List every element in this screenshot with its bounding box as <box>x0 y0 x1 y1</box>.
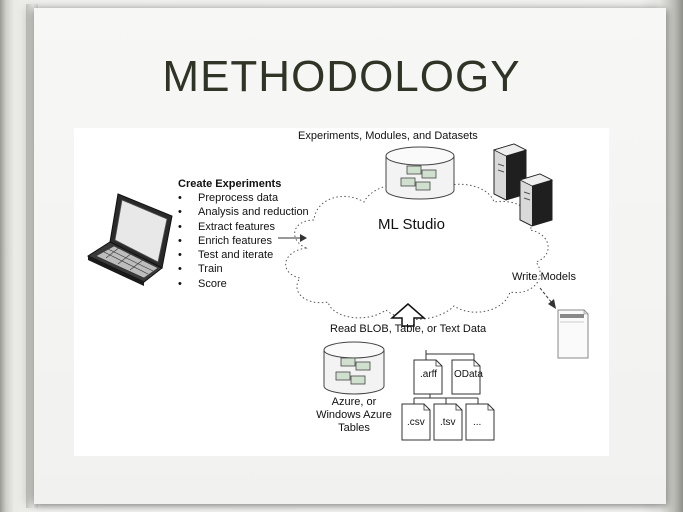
file-tsv-label: .tsv <box>440 417 456 428</box>
list-item: Score <box>178 277 309 292</box>
file-odata-label: OData <box>454 369 483 380</box>
list-item: Preprocess data <box>178 191 309 206</box>
laptop-icon <box>86 193 173 286</box>
file-more-label: ... <box>473 417 482 428</box>
azure-database-icon <box>323 341 385 395</box>
azure-label-line: Azure, or <box>331 396 377 408</box>
list-item: Analysis and reduction <box>178 205 309 220</box>
model-document-icon <box>557 309 589 359</box>
methodology-diagram: Experiments, Modules, and Datasets ML St… <box>74 128 609 456</box>
read-data-label: Read BLOB, Table, or Text Data <box>330 323 487 335</box>
azure-label-line: Tables <box>338 422 370 434</box>
write-models-arrow <box>539 287 556 309</box>
create-experiments-heading: Create Experiments <box>178 178 282 190</box>
slide-title: METHODOLOGY <box>162 52 521 101</box>
modules-database-icon <box>385 146 455 200</box>
ml-studio-label: ML Studio <box>378 216 445 233</box>
file-csv-label: .csv <box>407 417 425 428</box>
ml-studio-cloud <box>285 183 549 320</box>
list-item: Train <box>178 262 309 277</box>
server-icon-2 <box>518 173 554 227</box>
list-item: Extract features <box>178 220 309 235</box>
azure-label: Azure, or Windows Azure Tables <box>304 396 404 435</box>
list-item: Enrich features <box>178 234 309 249</box>
experiments-modules-label: Experiments, Modules, and Datasets <box>298 130 478 142</box>
file-arff-label: .arff <box>420 369 438 380</box>
create-experiments-list: Create Experiments Preprocess data Analy… <box>178 178 309 291</box>
azure-label-line: Windows Azure <box>316 409 392 421</box>
write-models-label: Write Models <box>512 271 576 283</box>
list-item: Test and iterate <box>178 248 309 263</box>
